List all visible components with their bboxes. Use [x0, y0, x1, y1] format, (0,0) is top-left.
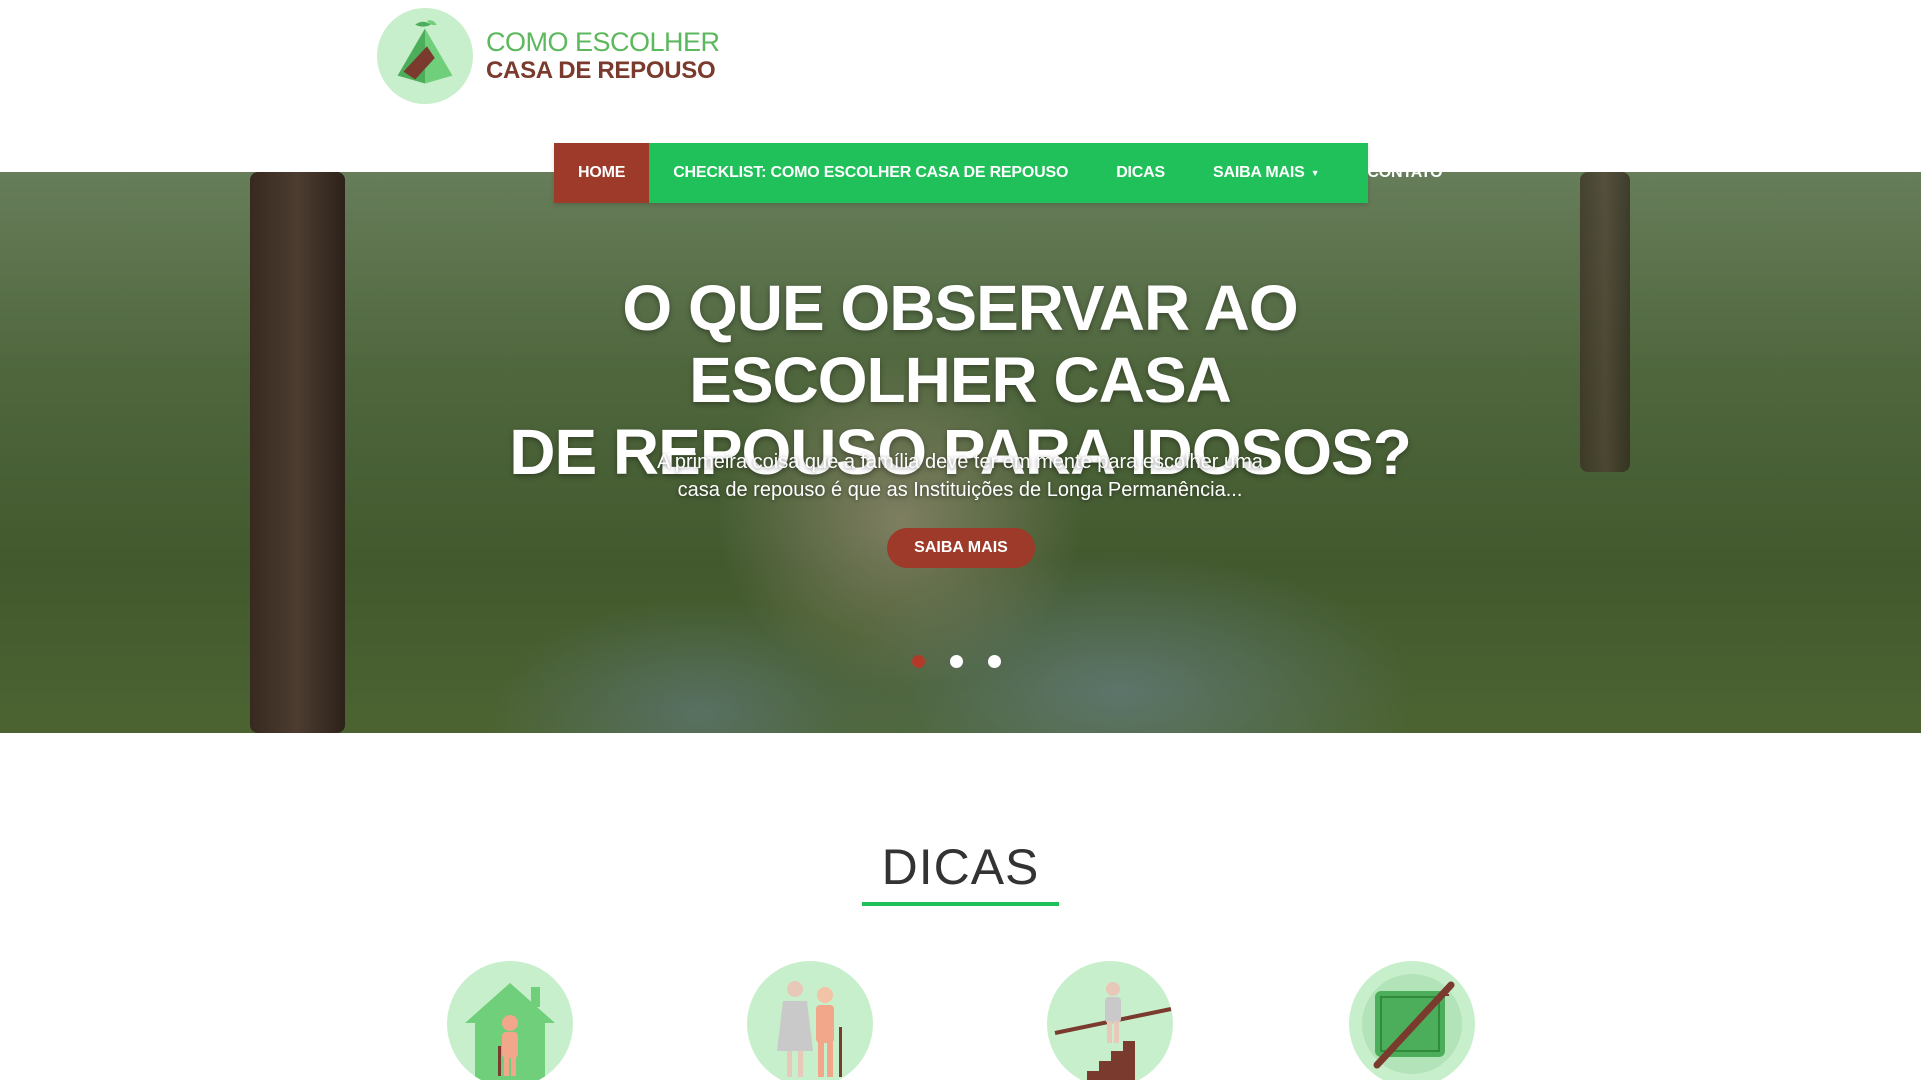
slider-dot-2[interactable]	[950, 655, 963, 668]
caret-down-icon: ▼	[1310, 168, 1320, 178]
dicas-icons	[0, 960, 1921, 1080]
nav-item-saiba-mais[interactable]: SAIBA MAIS ▼	[1189, 143, 1343, 203]
stairs-handrail-icon[interactable]	[1047, 961, 1173, 1080]
logo-house-icon	[376, 7, 474, 105]
no-carpet-icon[interactable]	[1349, 961, 1475, 1080]
main-nav: HOME CHECKLIST: COMO ESCOLHER CASA DE RE…	[554, 143, 1443, 203]
nav-item-label: CHECKLIST: COMO ESCOLHER CASA DE REPOUSO	[673, 164, 1069, 181]
hero-description: A primeira coisa que a família deve ter …	[610, 448, 1310, 504]
slider-dots	[912, 655, 1001, 668]
nav-item-label: SAIBA MAIS	[1213, 164, 1305, 181]
hero-slider: O QUE OBSERVAR AO ESCOLHER CASA DE REPOU…	[0, 172, 1921, 733]
slider-dot-1[interactable]	[912, 655, 925, 668]
slider-dot-3[interactable]	[988, 655, 1001, 668]
nav-item-contato[interactable]: CONTATO	[1343, 143, 1466, 203]
nav-item-label: CONTATO	[1367, 164, 1443, 181]
site-logo[interactable]: COMO ESCOLHER CASA DE REPOUSO	[376, 7, 720, 105]
hero-title-line1: O QUE OBSERVAR AO ESCOLHER CASA	[622, 272, 1298, 416]
nav-item-label: DICAS	[1116, 164, 1165, 181]
section-title-dicas: DICAS	[0, 838, 1921, 906]
nav-item-dicas[interactable]: DICAS	[1092, 143, 1189, 203]
saiba-mais-button[interactable]: SAIBA MAIS	[887, 528, 1035, 568]
nav-item-home[interactable]: HOME	[554, 143, 650, 203]
house-elderly-icon[interactable]	[447, 961, 573, 1080]
section-title: DICAS	[861, 838, 1060, 906]
logo-title-line1: COMO ESCOLHER	[486, 27, 720, 57]
hero-text-line1: A primeira coisa que a família deve ter …	[657, 451, 1263, 473]
logo-title-line2: CASA DE REPOUSO	[486, 57, 716, 84]
nav-item-checklist[interactable]: CHECKLIST: COMO ESCOLHER CASA DE REPOUSO	[649, 143, 1092, 203]
elderly-couple-icon[interactable]	[747, 961, 873, 1080]
nav-item-label: HOME	[578, 164, 626, 181]
hero-text-line2: casa de repouso é que as Instituições de…	[677, 479, 1243, 501]
